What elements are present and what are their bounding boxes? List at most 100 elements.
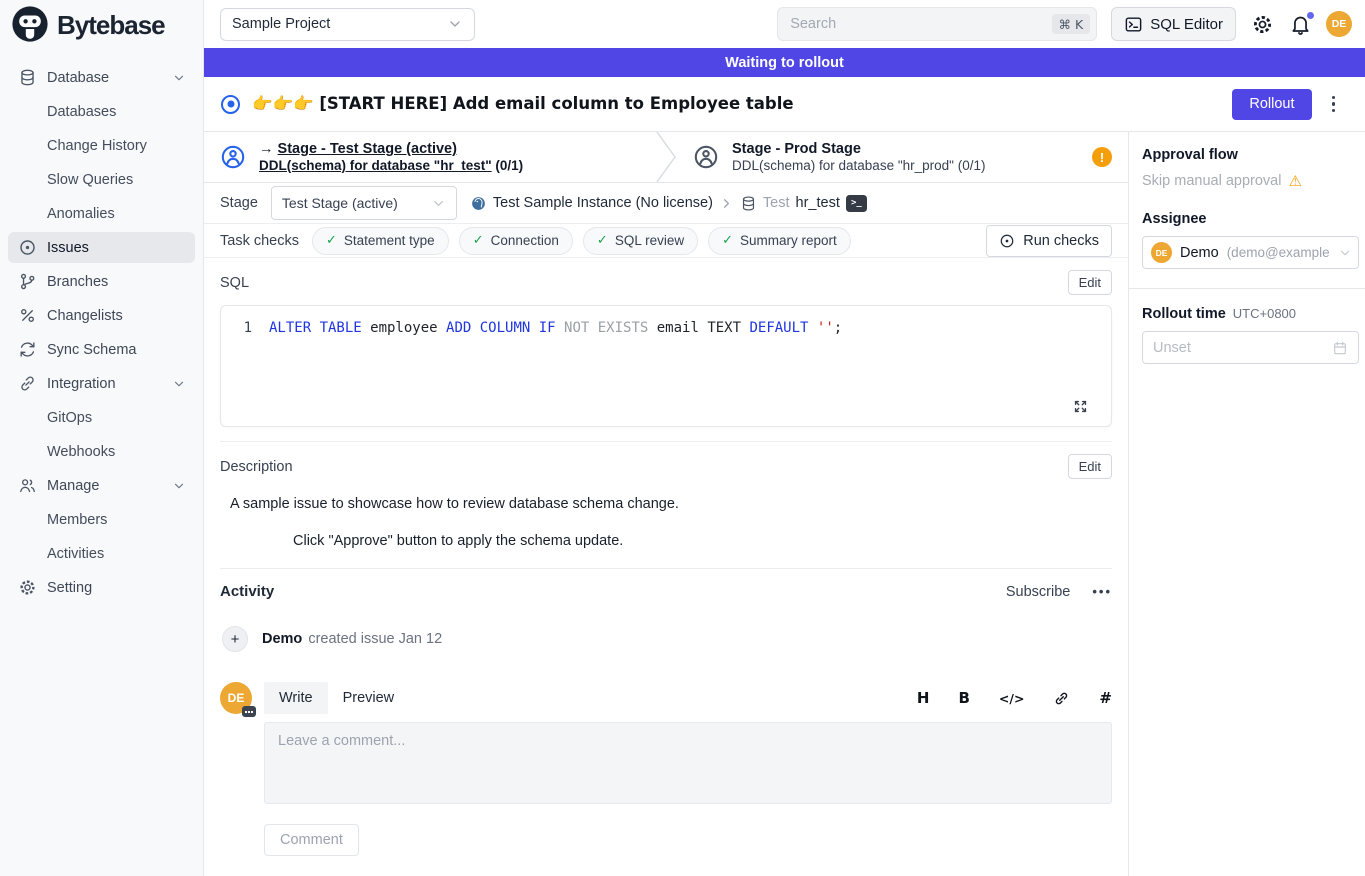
changelist-icon — [17, 306, 37, 326]
sidebar-item-changelists[interactable]: Changelists — [8, 300, 195, 331]
activity-entry-text: Demo created issue Jan 12 — [262, 631, 442, 647]
rollout-timezone: UTC+0800 — [1233, 306, 1296, 321]
bold-format-icon[interactable]: B — [958, 689, 969, 707]
sidebar-item-anomalies[interactable]: Anomalies — [8, 198, 195, 229]
format-toolbar: H B </> # — [917, 689, 1112, 707]
sidebar-item-manage[interactable]: Manage — [8, 470, 195, 501]
chevron-down-icon — [172, 377, 186, 391]
sql-code-block[interactable]: 1ALTER TABLE employee ADD COLUMN IF NOT … — [220, 305, 1112, 427]
tab-preview[interactable]: Preview — [328, 682, 410, 714]
check-sql-review[interactable]: ✓ SQL review — [583, 227, 698, 255]
stage-test-cell[interactable]: → Stage - Test Stage (active) DDL(schema… — [204, 132, 655, 182]
sql-editor-button[interactable]: SQL Editor — [1111, 7, 1236, 41]
check-connection[interactable]: ✓ Connection — [459, 227, 573, 255]
stage-prod-task: DDL(schema) for database "hr_prod" (0/1) — [732, 158, 985, 173]
status-banner-text: Waiting to rollout — [725, 55, 844, 71]
sidebar-item-label: Slow Queries — [47, 172, 133, 188]
sidebar-item-members[interactable]: Members — [8, 504, 195, 535]
task-checks-label: Task checks — [220, 233, 299, 249]
sidebar-item-label: Databases — [47, 104, 116, 120]
main-area: Sample Project Search ⌘ K SQL Editor DE … — [204, 0, 1365, 876]
sidebar-item-integration[interactable]: Integration — [8, 368, 195, 399]
project-select-value: Sample Project — [232, 16, 330, 32]
comment-avatar: DE — [220, 682, 252, 714]
sidebar-item-sync-schema[interactable]: Sync Schema — [8, 334, 195, 365]
expand-icon[interactable] — [1072, 398, 1089, 415]
code-format-icon[interactable]: </> — [999, 691, 1025, 706]
comment-submit-button[interactable]: Comment — [264, 824, 359, 856]
database-breadcrumb: Test Sample Instance (No license) Test h… — [470, 195, 867, 212]
sidebar-item-gitops[interactable]: GitOps — [8, 402, 195, 433]
sidebar-item-label: Setting — [47, 580, 92, 596]
brand-logo[interactable]: Bytebase — [0, 0, 203, 50]
issue-more-menu[interactable] — [1324, 92, 1344, 117]
tab-write[interactable]: Write — [264, 682, 328, 714]
sidebar-item-label: Manage — [47, 478, 99, 494]
hash-format-icon[interactable]: # — [1099, 689, 1112, 707]
search-input[interactable]: Search ⌘ K — [777, 7, 1097, 41]
left-sidebar: Bytebase Database Databases Change Histo… — [0, 0, 204, 876]
sidebar-item-databases[interactable]: Databases — [8, 96, 195, 127]
assignee-avatar: DE — [1151, 242, 1172, 263]
sidebar-item-change-history[interactable]: Change History — [8, 130, 195, 161]
assignee-email: (demo@example — [1227, 245, 1330, 260]
sidebar-item-label: Integration — [47, 376, 116, 392]
rollout-time-label: Rollout time — [1142, 306, 1226, 322]
sidebar-item-issues[interactable]: Issues — [8, 232, 195, 263]
check-pass-icon: ✓ — [473, 233, 484, 248]
topbar: Sample Project Search ⌘ K SQL Editor DE — [204, 0, 1365, 48]
assignee-label: Assignee — [1142, 211, 1359, 227]
subscribe-button[interactable]: Subscribe — [1006, 584, 1070, 600]
assignee-name: Demo — [1180, 245, 1219, 261]
postgres-icon — [470, 195, 487, 212]
assignee-select[interactable]: DE Demo (demo@example — [1142, 236, 1359, 269]
activity-actor: Demo — [262, 631, 302, 647]
check-pass-icon: ✓ — [597, 233, 608, 248]
sidebar-item-setting[interactable]: Setting — [8, 572, 195, 603]
comment-input[interactable] — [264, 722, 1112, 804]
settings-gear-button[interactable] — [1251, 13, 1274, 36]
database-icon — [17, 68, 37, 88]
link-format-icon[interactable] — [1053, 690, 1070, 707]
heading-format-icon[interactable]: H — [917, 689, 930, 707]
sql-line-1: 1ALTER TABLE employee ADD COLUMN IF NOT … — [221, 319, 1111, 338]
branch-icon — [17, 272, 37, 292]
stage-label: Stage — [220, 195, 258, 211]
stage-select[interactable]: Test Stage (active) — [271, 186, 457, 220]
sidebar-item-slow-queries[interactable]: Slow Queries — [8, 164, 195, 195]
sidebar-item-label: Webhooks — [47, 444, 115, 460]
activity-entry: + Demo created issue Jan 12 — [222, 626, 1112, 652]
stage-warning-icon: ! — [1092, 147, 1112, 167]
sidebar-item-branches[interactable]: Branches — [8, 266, 195, 297]
check-summary-report[interactable]: ✓ Summary report — [708, 227, 851, 255]
gear-icon — [1251, 13, 1274, 36]
rollout-button[interactable]: Rollout — [1232, 89, 1311, 120]
description-label: Description — [220, 459, 293, 475]
panel-divider — [1129, 288, 1365, 289]
approval-flow-value: Skip manual approval ⚠ — [1142, 172, 1359, 190]
sidebar-item-label: Change History — [47, 138, 147, 154]
project-select[interactable]: Sample Project — [220, 8, 475, 41]
app-root: Bytebase Database Databases Change Histo… — [0, 0, 1365, 876]
notifications-bell-button[interactable] — [1289, 13, 1312, 36]
run-icon — [999, 233, 1015, 249]
description-edit-button[interactable]: Edit — [1068, 454, 1112, 479]
activity-more-menu[interactable]: ••• — [1092, 584, 1112, 599]
sql-edit-button[interactable]: Edit — [1068, 270, 1112, 295]
run-checks-button[interactable]: Run checks — [986, 225, 1112, 257]
user-avatar[interactable]: DE — [1326, 11, 1352, 37]
rollout-time-input[interactable]: Unset — [1142, 331, 1359, 364]
database-link[interactable]: hr_test — [796, 195, 840, 211]
check-pass-icon: ✓ — [326, 233, 337, 248]
sidebar-item-activities[interactable]: Activities — [8, 538, 195, 569]
stage-prod-cell[interactable]: Stage - Prod Stage DDL(schema) for datab… — [677, 132, 1128, 182]
sidebar-item-database[interactable]: Database — [8, 62, 195, 93]
warning-triangle-icon: ⚠ — [1288, 172, 1301, 190]
open-in-sql-editor-icon[interactable]: >_ — [846, 195, 867, 212]
issue-header: 👉👉👉 [START HERE] Add email column to Emp… — [204, 77, 1365, 132]
check-statement-type[interactable]: ✓ Statement type — [312, 227, 449, 255]
instance-link[interactable]: Test Sample Instance (No license) — [493, 195, 713, 211]
chevron-down-icon — [447, 16, 463, 32]
environment-label: Test — [763, 195, 790, 211]
sidebar-item-webhooks[interactable]: Webhooks — [8, 436, 195, 467]
